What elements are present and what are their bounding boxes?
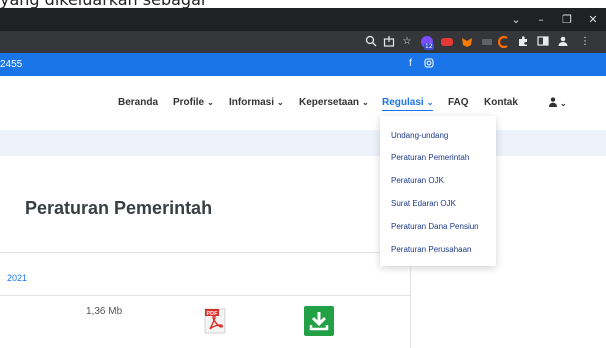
- bookmark-star-icon[interactable]: ☆: [400, 35, 414, 49]
- menu-item-peraturan-dana-pensiun[interactable]: Peraturan Dana Pensiun: [391, 222, 479, 231]
- chevron-down-icon: ⌄: [426, 98, 434, 107]
- nav-faq[interactable]: FAQ: [448, 97, 469, 108]
- menu-item-peraturan-perusahaan[interactable]: Peraturan Perusahaan: [391, 245, 472, 254]
- divider: [0, 295, 410, 296]
- chevron-down-icon: ⌄: [362, 98, 369, 107]
- extension-fox-icon[interactable]: [460, 35, 474, 49]
- site-navbar: Beranda Profile ⌄ Informasi ⌄ Kepersetaan ⌄…: [0, 76, 606, 130]
- nav-kontak[interactable]: Kontak: [484, 97, 518, 108]
- side-panel-icon[interactable]: [536, 35, 550, 49]
- site-info-bar: 2455 f: [0, 53, 606, 76]
- browser-toolbar: ☆ 12 ⋮: [0, 31, 606, 53]
- pdf-icon[interactable]: PDF: [202, 308, 228, 334]
- nav-informasi-label: Informasi: [229, 97, 275, 108]
- nav-kepersetaan[interactable]: Kepersetaan ⌄: [299, 97, 369, 108]
- breadcrumb-band: [0, 130, 606, 156]
- nav-regulasi[interactable]: Regulasi ⌄: [382, 97, 434, 111]
- extension-gray-icon[interactable]: [480, 35, 494, 49]
- extension-purple-icon[interactable]: 12: [420, 35, 434, 50]
- nav-profile-label: Profile: [173, 97, 205, 108]
- chevron-down-icon: ⌄: [560, 99, 567, 108]
- close-button[interactable]: ✕: [582, 8, 604, 31]
- nav-beranda[interactable]: Beranda: [118, 97, 158, 108]
- year-link[interactable]: 2021: [7, 273, 27, 283]
- minimize-button[interactable]: –: [530, 8, 552, 31]
- tab-search-icon[interactable]: ⌄: [505, 8, 527, 31]
- instagram-icon[interactable]: [424, 58, 434, 71]
- profile-icon[interactable]: [556, 35, 570, 49]
- divider: [0, 252, 410, 253]
- menu-item-peraturan-ojk[interactable]: Peraturan OJK: [391, 176, 444, 185]
- menu-kebab-icon[interactable]: ⋮: [578, 35, 592, 49]
- restore-button[interactable]: ❐: [556, 8, 578, 31]
- extension-badge: 12: [424, 43, 434, 50]
- pdf-icon-label: PDF: [207, 311, 219, 317]
- menu-item-peraturan-pemerintah[interactable]: Peraturan Pemerintah: [391, 153, 469, 162]
- chevron-down-icon: ⌄: [277, 98, 284, 107]
- file-size: 1,36 Mb: [86, 306, 123, 317]
- user-icon: [549, 97, 557, 107]
- browser-titlebar: ⌄ – ❐ ✕: [0, 8, 606, 31]
- menu-item-undang-undang[interactable]: Undang-undang: [391, 131, 448, 140]
- chevron-down-icon: ⌄: [207, 98, 214, 107]
- share-icon[interactable]: [382, 35, 396, 49]
- extensions-puzzle-icon[interactable]: [516, 35, 530, 49]
- phone-number-fragment: 2455: [0, 59, 23, 70]
- regulasi-dropdown-menu: Undang-undang Peraturan Pemerintah Perat…: [380, 116, 496, 266]
- extension-red-icon[interactable]: [440, 35, 454, 49]
- nav-informasi[interactable]: Informasi ⌄: [229, 97, 284, 108]
- nav-regulasi-label: Regulasi: [382, 97, 424, 108]
- nav-profile[interactable]: Profile ⌄: [173, 97, 214, 108]
- page-header-sliver: yang dikeluarkan sebagai: [0, 0, 606, 8]
- menu-item-surat-edaran-ojk[interactable]: Surat Edaran OJK: [391, 199, 456, 208]
- facebook-icon[interactable]: f: [409, 58, 412, 69]
- page-title: Peraturan Pemerintah: [25, 198, 213, 218]
- download-icon[interactable]: [304, 306, 334, 336]
- nav-beranda-label: Beranda: [118, 97, 159, 108]
- zoom-icon[interactable]: [364, 35, 378, 49]
- nav-kontak-label: Kontak: [484, 97, 518, 108]
- nav-faq-label: FAQ: [448, 97, 469, 108]
- user-menu[interactable]: ⌄: [549, 97, 567, 109]
- content-card: Peraturan Pemerintah 2021 1,36 Mb PDF: [0, 156, 411, 348]
- nav-kepersetaan-label: Kepersetaan: [299, 97, 360, 108]
- extension-orange-icon[interactable]: [497, 35, 512, 49]
- header-sliver-text: yang dikeluarkan sebagai: [0, 0, 205, 8]
